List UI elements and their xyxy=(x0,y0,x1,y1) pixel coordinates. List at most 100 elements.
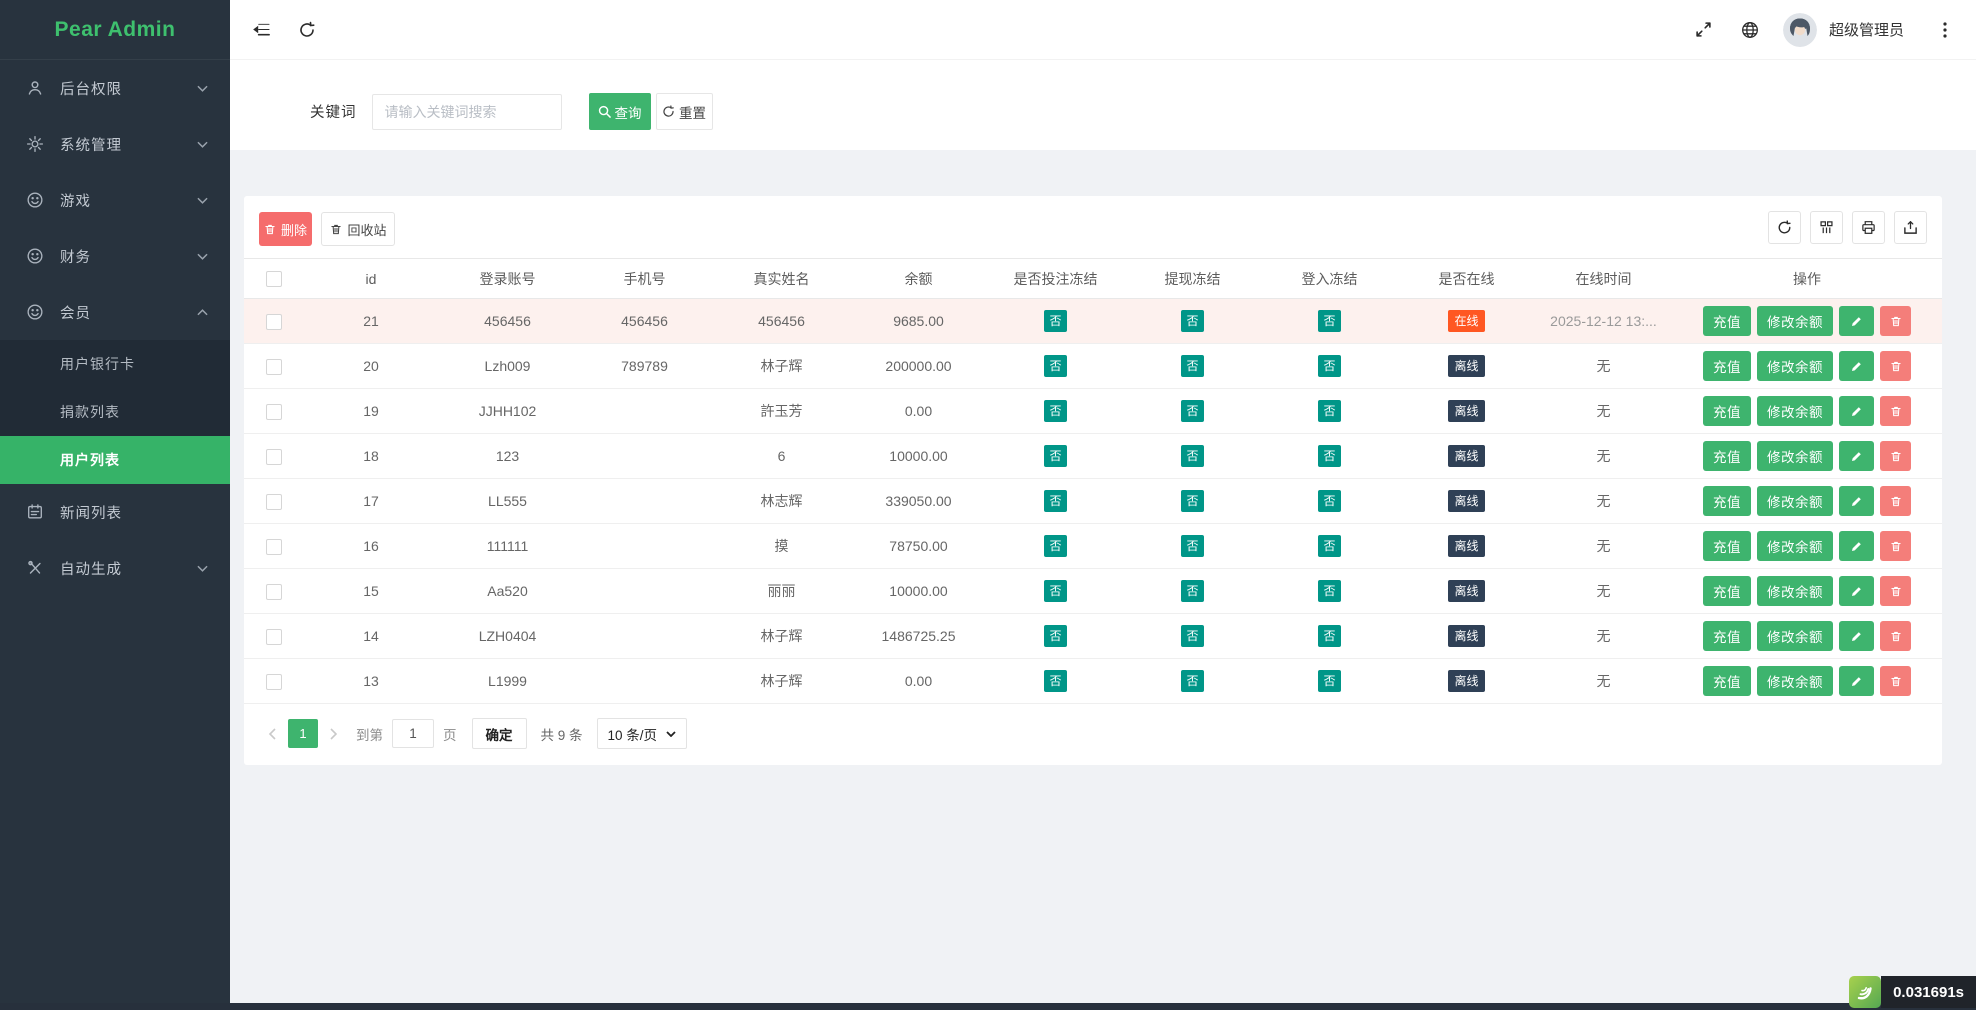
edit-button[interactable] xyxy=(1839,531,1874,561)
edit-button[interactable] xyxy=(1839,486,1874,516)
delete-button[interactable]: 删除 xyxy=(259,212,312,246)
recharge-button[interactable]: 充值 xyxy=(1703,396,1751,426)
login-frozen-badge[interactable]: 否 xyxy=(1318,580,1340,602)
sidebar-item-system-mgmt[interactable]: 系统管理 xyxy=(0,116,230,172)
login-frozen-badge[interactable]: 否 xyxy=(1318,355,1340,377)
edit-button[interactable] xyxy=(1839,666,1874,696)
page-size-select[interactable]: 10 条/页 xyxy=(597,718,688,749)
modify-balance-button[interactable]: 修改余额 xyxy=(1757,666,1833,696)
row-checkbox[interactable] xyxy=(266,584,282,600)
bet-frozen-badge[interactable]: 否 xyxy=(1044,625,1066,647)
delete-row-button[interactable] xyxy=(1880,306,1911,336)
withdraw-frozen-badge[interactable]: 否 xyxy=(1181,445,1203,467)
sidebar-item-games[interactable]: 游戏 xyxy=(0,172,230,228)
sidebar-item-user-bank-cards[interactable]: 用户银行卡 xyxy=(0,340,230,388)
export-icon[interactable] xyxy=(1894,211,1927,244)
login-frozen-badge[interactable]: 否 xyxy=(1318,310,1340,332)
row-checkbox[interactable] xyxy=(266,494,282,510)
reset-button[interactable]: 重置 xyxy=(656,93,713,130)
recharge-button[interactable]: 充值 xyxy=(1703,351,1751,381)
collapse-sidebar-icon[interactable] xyxy=(238,0,284,60)
bet-frozen-badge[interactable]: 否 xyxy=(1044,310,1066,332)
modify-balance-button[interactable]: 修改余额 xyxy=(1757,576,1833,606)
bet-frozen-badge[interactable]: 否 xyxy=(1044,355,1066,377)
bet-frozen-badge[interactable]: 否 xyxy=(1044,400,1066,422)
more-menu-icon[interactable] xyxy=(1922,0,1968,60)
modify-balance-button[interactable]: 修改余额 xyxy=(1757,396,1833,426)
goto-confirm-button[interactable]: 确定 xyxy=(472,718,527,749)
edit-button[interactable] xyxy=(1839,576,1874,606)
withdraw-frozen-badge[interactable]: 否 xyxy=(1181,400,1203,422)
recharge-button[interactable]: 充值 xyxy=(1703,621,1751,651)
language-globe-icon[interactable] xyxy=(1727,0,1773,60)
edit-button[interactable] xyxy=(1839,441,1874,471)
sidebar-item-news-list[interactable]: 新闻列表 xyxy=(0,484,230,540)
bet-frozen-badge[interactable]: 否 xyxy=(1044,445,1066,467)
recharge-button[interactable]: 充值 xyxy=(1703,576,1751,606)
delete-row-button[interactable] xyxy=(1880,576,1911,606)
delete-row-button[interactable] xyxy=(1880,531,1911,561)
avatar[interactable] xyxy=(1783,13,1817,47)
modify-balance-button[interactable]: 修改余额 xyxy=(1757,531,1833,561)
recharge-button[interactable]: 充值 xyxy=(1703,306,1751,336)
recharge-button[interactable]: 充值 xyxy=(1703,531,1751,561)
row-checkbox[interactable] xyxy=(266,629,282,645)
withdraw-frozen-badge[interactable]: 否 xyxy=(1181,355,1203,377)
login-frozen-badge[interactable]: 否 xyxy=(1318,490,1340,512)
withdraw-frozen-badge[interactable]: 否 xyxy=(1181,535,1203,557)
withdraw-frozen-badge[interactable]: 否 xyxy=(1181,670,1203,692)
sidebar-item-user-list[interactable]: 用户列表 xyxy=(0,436,230,484)
login-frozen-badge[interactable]: 否 xyxy=(1318,445,1340,467)
print-icon[interactable] xyxy=(1852,211,1885,244)
delete-row-button[interactable] xyxy=(1880,621,1911,651)
debug-timer-badge[interactable]: 0.031691s xyxy=(1849,976,1976,1008)
sidebar-item-members[interactable]: 会员 xyxy=(0,284,230,340)
row-checkbox[interactable] xyxy=(266,314,282,330)
delete-row-button[interactable] xyxy=(1880,441,1911,471)
login-frozen-badge[interactable]: 否 xyxy=(1318,670,1340,692)
login-frozen-badge[interactable]: 否 xyxy=(1318,535,1340,557)
modify-balance-button[interactable]: 修改余额 xyxy=(1757,351,1833,381)
withdraw-frozen-badge[interactable]: 否 xyxy=(1181,310,1203,332)
recharge-button[interactable]: 充值 xyxy=(1703,666,1751,696)
bet-frozen-badge[interactable]: 否 xyxy=(1044,670,1066,692)
login-frozen-badge[interactable]: 否 xyxy=(1318,400,1340,422)
keyword-input[interactable] xyxy=(372,94,562,130)
prev-page-icon[interactable] xyxy=(259,720,285,748)
goto-page-input[interactable] xyxy=(392,719,434,748)
sidebar-item-backend-perms[interactable]: 后台权限 xyxy=(0,60,230,116)
delete-row-button[interactable] xyxy=(1880,486,1911,516)
login-frozen-badge[interactable]: 否 xyxy=(1318,625,1340,647)
modify-balance-button[interactable]: 修改余额 xyxy=(1757,441,1833,471)
username[interactable]: 超级管理员 xyxy=(1829,19,1904,40)
modify-balance-button[interactable]: 修改余额 xyxy=(1757,621,1833,651)
row-checkbox[interactable] xyxy=(266,539,282,555)
select-all-checkbox[interactable] xyxy=(266,271,282,287)
sidebar-item-donation-list[interactable]: 捐款列表 xyxy=(0,388,230,436)
recharge-button[interactable]: 充值 xyxy=(1703,486,1751,516)
edit-button[interactable] xyxy=(1839,351,1874,381)
query-button[interactable]: 查询 xyxy=(589,93,651,130)
delete-row-button[interactable] xyxy=(1880,351,1911,381)
withdraw-frozen-badge[interactable]: 否 xyxy=(1181,625,1203,647)
row-checkbox[interactable] xyxy=(266,359,282,375)
row-checkbox[interactable] xyxy=(266,404,282,420)
columns-filter-icon[interactable] xyxy=(1810,211,1843,244)
modify-balance-button[interactable]: 修改余额 xyxy=(1757,486,1833,516)
modify-balance-button[interactable]: 修改余额 xyxy=(1757,306,1833,336)
edit-button[interactable] xyxy=(1839,396,1874,426)
refresh-page-icon[interactable] xyxy=(284,0,330,60)
bet-frozen-badge[interactable]: 否 xyxy=(1044,580,1066,602)
row-checkbox[interactable] xyxy=(266,674,282,690)
bet-frozen-badge[interactable]: 否 xyxy=(1044,490,1066,512)
page-number-active[interactable]: 1 xyxy=(288,719,318,748)
table-refresh-icon[interactable] xyxy=(1768,211,1801,244)
delete-row-button[interactable] xyxy=(1880,666,1911,696)
sidebar-item-finance[interactable]: 财务 xyxy=(0,228,230,284)
withdraw-frozen-badge[interactable]: 否 xyxy=(1181,490,1203,512)
next-page-icon[interactable] xyxy=(321,720,347,748)
edit-button[interactable] xyxy=(1839,306,1874,336)
fullscreen-icon[interactable] xyxy=(1681,0,1727,60)
edit-button[interactable] xyxy=(1839,621,1874,651)
bet-frozen-badge[interactable]: 否 xyxy=(1044,535,1066,557)
